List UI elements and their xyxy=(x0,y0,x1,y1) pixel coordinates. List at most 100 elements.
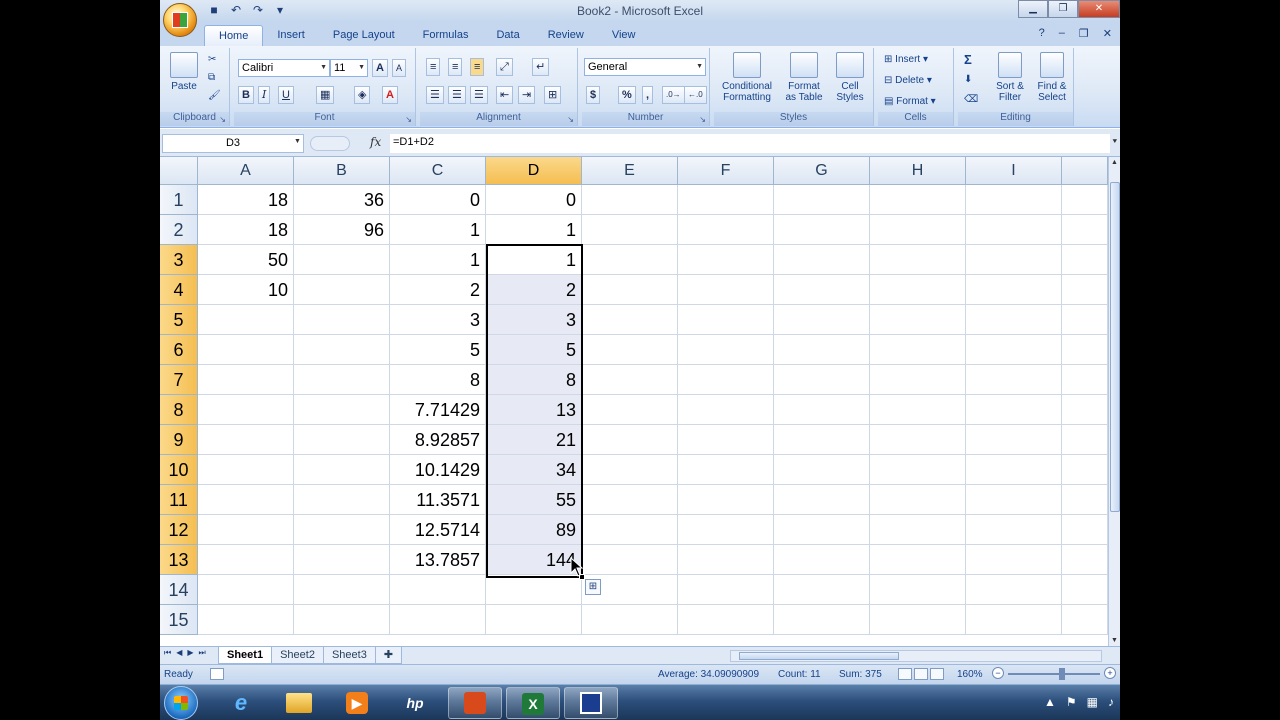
cell-e8[interactable] xyxy=(582,395,678,425)
cell-d2[interactable]: 1 xyxy=(486,215,582,245)
cell-j5[interactable] xyxy=(1062,305,1108,335)
qat-menu-icon[interactable]: ▾ xyxy=(272,3,288,18)
cell-g14[interactable] xyxy=(774,575,870,605)
cell-g4[interactable] xyxy=(774,275,870,305)
cell-a7[interactable] xyxy=(198,365,294,395)
cell-d13[interactable]: 144 xyxy=(486,545,582,575)
cell-b14[interactable] xyxy=(294,575,390,605)
cell-g1[interactable] xyxy=(774,185,870,215)
cell-c15[interactable] xyxy=(390,605,486,635)
increase-indent-icon[interactable]: ⇥ xyxy=(518,86,536,104)
cell-d5[interactable]: 3 xyxy=(486,305,582,335)
row-header-10[interactable]: 10 xyxy=(160,455,198,485)
cell-g15[interactable] xyxy=(774,605,870,635)
percent-button[interactable]: % xyxy=(618,86,636,104)
row-header-4[interactable]: 4 xyxy=(160,275,198,305)
row-header-9[interactable]: 9 xyxy=(160,425,198,455)
column-header-c[interactable]: C xyxy=(390,157,486,185)
cell-f4[interactable] xyxy=(678,275,774,305)
cell-g2[interactable] xyxy=(774,215,870,245)
cell-h12[interactable] xyxy=(870,515,966,545)
row-header-12[interactable]: 12 xyxy=(160,515,198,545)
row-header-2[interactable]: 2 xyxy=(160,215,198,245)
cell-a5[interactable] xyxy=(198,305,294,335)
save-icon[interactable]: ■ xyxy=(206,3,222,18)
cell-i7[interactable] xyxy=(966,365,1062,395)
cell-a12[interactable] xyxy=(198,515,294,545)
align-center-icon[interactable]: ☰ xyxy=(448,86,466,104)
cell-h11[interactable] xyxy=(870,485,966,515)
cell-d10[interactable]: 34 xyxy=(486,455,582,485)
cell-g6[interactable] xyxy=(774,335,870,365)
cell-a2[interactable]: 18 xyxy=(198,215,294,245)
decrease-indent-icon[interactable]: ⇤ xyxy=(496,86,514,104)
cell-c5[interactable]: 3 xyxy=(390,305,486,335)
borders-icon[interactable]: ▦ xyxy=(316,86,335,104)
cell-i11[interactable] xyxy=(966,485,1062,515)
format-as-table-button[interactable]: Format as Table xyxy=(780,52,828,103)
restore-button[interactable]: ❐ xyxy=(1048,0,1078,18)
clear-icon[interactable]: ⌫ xyxy=(964,94,978,105)
cell-j9[interactable] xyxy=(1062,425,1108,455)
delete-cells-button[interactable]: ⊟ Delete ▾ xyxy=(884,75,932,86)
cell-f2[interactable] xyxy=(678,215,774,245)
cell-i5[interactable] xyxy=(966,305,1062,335)
clipboard-launcher-icon[interactable]: ↘ xyxy=(219,115,226,124)
cell-j14[interactable] xyxy=(1062,575,1108,605)
explorer-icon[interactable] xyxy=(272,687,326,719)
cell-d3[interactable]: 1 xyxy=(486,245,582,275)
cell-g5[interactable] xyxy=(774,305,870,335)
cell-g8[interactable] xyxy=(774,395,870,425)
align-top-icon[interactable]: ≡ xyxy=(426,58,441,76)
row-header-8[interactable]: 8 xyxy=(160,395,198,425)
cell-e12[interactable] xyxy=(582,515,678,545)
cell-i14[interactable] xyxy=(966,575,1062,605)
copy-icon[interactable]: ⧉ xyxy=(208,72,215,83)
insert-function-button[interactable]: fx xyxy=(370,135,381,149)
vertical-scrollbar[interactable]: ▲ ▼ xyxy=(1108,157,1120,646)
cell-a11[interactable] xyxy=(198,485,294,515)
cell-e13[interactable] xyxy=(582,545,678,575)
cell-g7[interactable] xyxy=(774,365,870,395)
cell-g3[interactable] xyxy=(774,245,870,275)
hp-icon[interactable]: hp xyxy=(388,687,442,719)
cell-c13[interactable]: 13.7857 xyxy=(390,545,486,575)
fill-color-icon[interactable]: ◈ xyxy=(354,86,371,104)
cell-c7[interactable]: 8 xyxy=(390,365,486,395)
column-header-a[interactable]: A xyxy=(198,157,294,185)
cell-a10[interactable] xyxy=(198,455,294,485)
start-button[interactable] xyxy=(164,686,198,720)
ie-icon[interactable]: e xyxy=(214,687,268,719)
cell-h8[interactable] xyxy=(870,395,966,425)
fill-icon[interactable]: ⬇ xyxy=(964,74,972,85)
cell-a8[interactable] xyxy=(198,395,294,425)
paste-button[interactable]: Paste xyxy=(166,52,202,92)
cell-c10[interactable]: 10.1429 xyxy=(390,455,486,485)
select-all-corner[interactable] xyxy=(160,157,198,185)
align-bottom-icon[interactable]: ≡ xyxy=(470,58,485,76)
prev-sheet-icon[interactable]: ◀ xyxy=(176,648,182,658)
tab-insert[interactable]: Insert xyxy=(263,25,319,46)
cell-c2[interactable]: 1 xyxy=(390,215,486,245)
excel-icon[interactable]: X xyxy=(506,687,560,719)
screen-recorder-icon[interactable] xyxy=(564,687,618,719)
network-icon[interactable]: ▦ xyxy=(1087,695,1098,709)
wrap-text-icon[interactable]: ↵ xyxy=(532,58,550,76)
format-cells-button[interactable]: ▤ Format ▾ xyxy=(884,96,936,107)
cell-j1[interactable] xyxy=(1062,185,1108,215)
cell-i13[interactable] xyxy=(966,545,1062,575)
cell-e3[interactable] xyxy=(582,245,678,275)
normal-view-icon[interactable] xyxy=(898,668,912,680)
cell-c4[interactable]: 2 xyxy=(390,275,486,305)
cell-c3[interactable]: 1 xyxy=(390,245,486,275)
column-header-g[interactable]: G xyxy=(774,157,870,185)
grow-font-button[interactable]: A xyxy=(372,59,388,77)
cell-h9[interactable] xyxy=(870,425,966,455)
cell-c11[interactable]: 11.3571 xyxy=(390,485,486,515)
cell-a3[interactable]: 50 xyxy=(198,245,294,275)
cell-d14[interactable] xyxy=(486,575,582,605)
cell-h13[interactable] xyxy=(870,545,966,575)
cell-e6[interactable] xyxy=(582,335,678,365)
cell-b8[interactable] xyxy=(294,395,390,425)
cell-f6[interactable] xyxy=(678,335,774,365)
